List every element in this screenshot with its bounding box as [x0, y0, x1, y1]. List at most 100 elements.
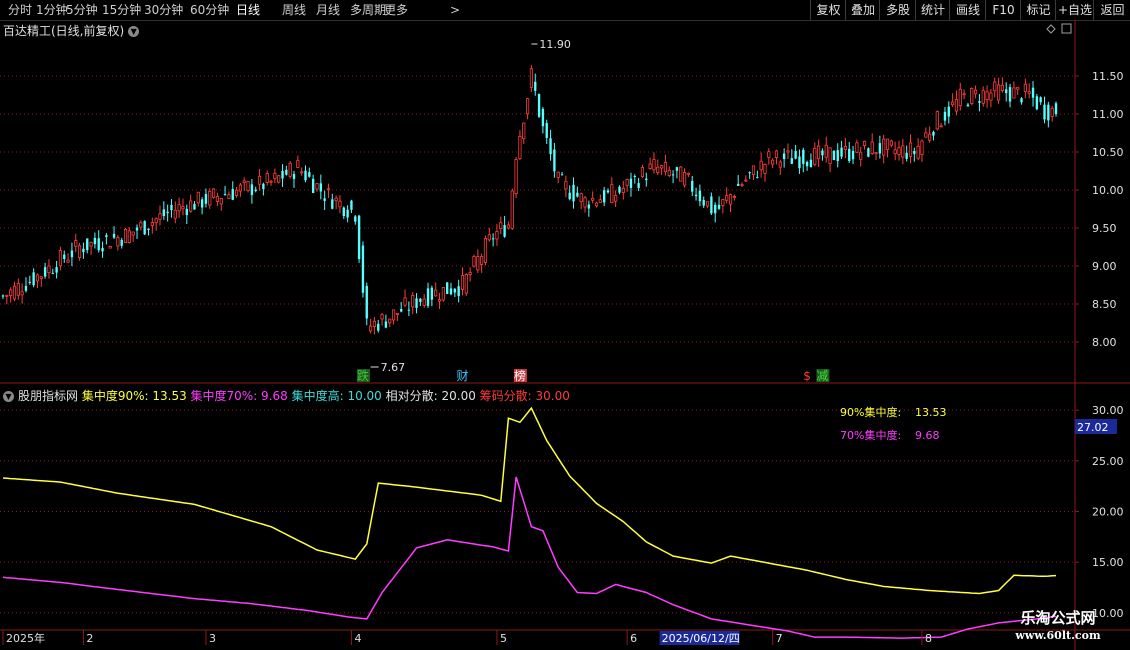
candle-body — [602, 190, 606, 203]
candle-body — [560, 174, 564, 176]
candle-body — [460, 275, 465, 290]
candle-body — [1020, 98, 1023, 103]
candle-body — [55, 267, 58, 273]
candle-body — [292, 174, 296, 179]
candle-body — [970, 88, 974, 104]
indicator-tick-label: 15.00 — [1092, 556, 1124, 569]
candle-body — [254, 189, 257, 191]
candle-body — [625, 179, 629, 186]
candle-body — [150, 222, 154, 226]
candle-body — [928, 133, 932, 141]
candle-body — [204, 193, 208, 204]
candle-body — [541, 108, 545, 127]
price-tick-label: 8.50 — [1092, 298, 1117, 311]
date-label-4: 5 — [500, 632, 507, 645]
candle-body — [545, 122, 548, 138]
candle-body — [369, 325, 373, 332]
candle-body — [740, 184, 744, 187]
candle-body — [468, 272, 472, 275]
candle-body — [430, 287, 434, 300]
price-tick-label: 10.00 — [1092, 184, 1124, 197]
candle-body — [388, 318, 392, 324]
candle-body — [162, 209, 166, 217]
candle-body — [913, 150, 916, 155]
candle-body — [874, 152, 878, 155]
watermark-url: www.60lt.com — [1015, 629, 1101, 642]
candle-body — [821, 150, 824, 156]
candle-body — [836, 150, 839, 162]
candle-body — [66, 259, 70, 263]
candle-body — [705, 201, 710, 207]
candle-body — [281, 170, 284, 179]
candle-body — [173, 209, 177, 219]
candle-body — [790, 158, 793, 164]
candle-body — [522, 122, 526, 140]
candle-body — [285, 169, 288, 175]
low-annotation-label: 7.67 — [381, 361, 406, 374]
candle-body — [89, 241, 93, 247]
candle-body — [587, 204, 591, 209]
candle-body — [74, 240, 78, 247]
candle-body — [483, 237, 488, 263]
candle-body — [756, 176, 759, 178]
candle-body — [648, 163, 652, 169]
candle-body — [449, 288, 453, 295]
candle-body — [58, 250, 63, 267]
candle-body — [395, 313, 399, 315]
candle-body — [323, 198, 326, 201]
candle-body — [77, 245, 82, 259]
legend-value-0: 13.53 — [915, 406, 947, 419]
candle-body — [365, 285, 368, 319]
price-tick-label: 10.50 — [1092, 146, 1124, 159]
candle-body — [993, 81, 997, 92]
candle-body — [698, 190, 702, 202]
candle-body — [82, 248, 85, 253]
candle-body — [1035, 96, 1039, 110]
date-label-6: 7 — [776, 632, 783, 645]
candle-body — [794, 150, 797, 159]
candle-body — [652, 159, 656, 171]
marker-2: 榜 — [514, 368, 526, 383]
candle-body — [786, 150, 790, 153]
candle-body — [315, 183, 319, 190]
candle-body — [591, 197, 595, 201]
candle-body — [350, 200, 353, 210]
candle-body — [422, 298, 426, 306]
candle-body — [514, 159, 518, 195]
candle-body — [553, 149, 556, 172]
candle-body — [246, 181, 250, 191]
legend-value-1: 9.68 — [915, 429, 940, 442]
candle-body — [686, 172, 690, 175]
candle-body — [576, 192, 579, 197]
marker-0: 跌 — [357, 368, 369, 383]
candle-body — [867, 148, 870, 157]
date-label-3: 4 — [354, 632, 361, 645]
candle-body — [908, 142, 913, 157]
price-tick-label: 9.50 — [1092, 222, 1117, 235]
candle-body — [549, 138, 552, 155]
candle-body — [1012, 87, 1016, 99]
candle-body — [47, 265, 51, 273]
indicator-tick-label: 25.00 — [1092, 455, 1124, 468]
candle-body — [63, 254, 66, 259]
candle-body — [510, 190, 514, 229]
candle-body — [663, 162, 668, 173]
candle-body — [606, 190, 610, 193]
candle-body — [181, 206, 185, 210]
candle-body — [384, 321, 388, 328]
candle-body — [939, 125, 943, 128]
candle-body — [778, 161, 782, 168]
candle-body — [728, 194, 733, 205]
candle-body — [300, 171, 304, 174]
candle-body — [400, 309, 403, 312]
candle-body — [97, 238, 100, 251]
candle-body — [269, 180, 273, 183]
candle-body — [862, 140, 867, 146]
candle-body — [453, 288, 457, 293]
watermark: 乐淘公式网 www.60lt.com — [988, 608, 1128, 648]
candle-body — [710, 196, 713, 214]
candle-body — [621, 187, 625, 193]
candle-body — [196, 191, 200, 204]
candle-body — [208, 191, 212, 206]
candle-body — [916, 145, 920, 159]
